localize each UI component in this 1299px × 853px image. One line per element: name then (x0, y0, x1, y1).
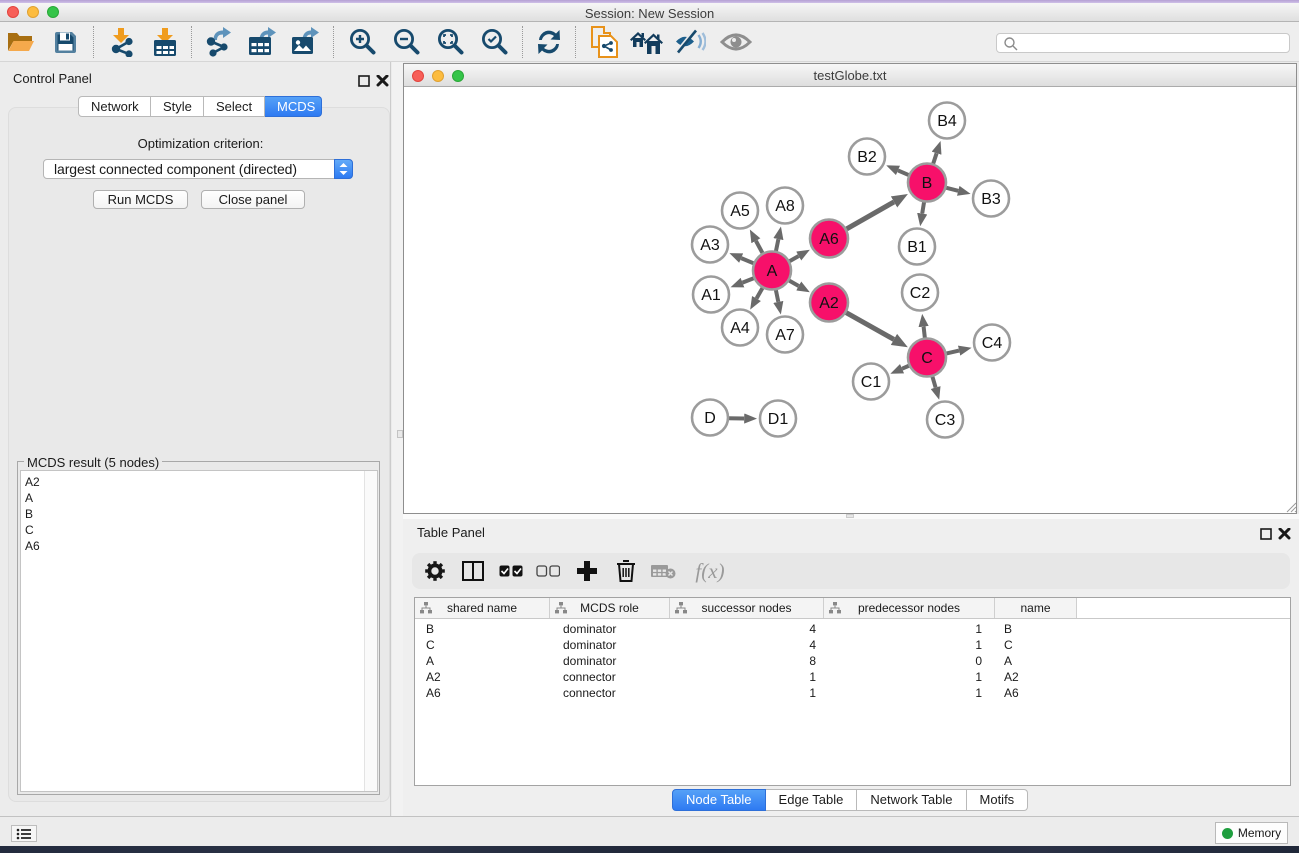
svg-text:A: A (767, 263, 778, 280)
svg-text:A1: A1 (701, 287, 721, 304)
svg-text:C1: C1 (861, 374, 882, 391)
svg-text:D: D (704, 410, 716, 427)
svg-text:B: B (922, 175, 933, 192)
svg-text:C3: C3 (935, 412, 956, 429)
svg-text:B1: B1 (907, 239, 927, 256)
svg-text:A3: A3 (700, 237, 720, 254)
svg-text:A4: A4 (730, 320, 750, 337)
svg-text:A5: A5 (730, 203, 750, 220)
svg-text:A6: A6 (819, 231, 839, 248)
svg-text:B3: B3 (981, 191, 1001, 208)
svg-text:A2: A2 (819, 295, 839, 312)
svg-text:B4: B4 (937, 113, 957, 130)
svg-text:C2: C2 (910, 285, 931, 302)
svg-text:C: C (921, 350, 933, 367)
svg-text:B2: B2 (857, 149, 877, 166)
svg-text:C4: C4 (982, 335, 1003, 352)
svg-text:A7: A7 (775, 327, 795, 344)
svg-text:D1: D1 (768, 411, 789, 428)
svg-text:A8: A8 (775, 198, 795, 215)
